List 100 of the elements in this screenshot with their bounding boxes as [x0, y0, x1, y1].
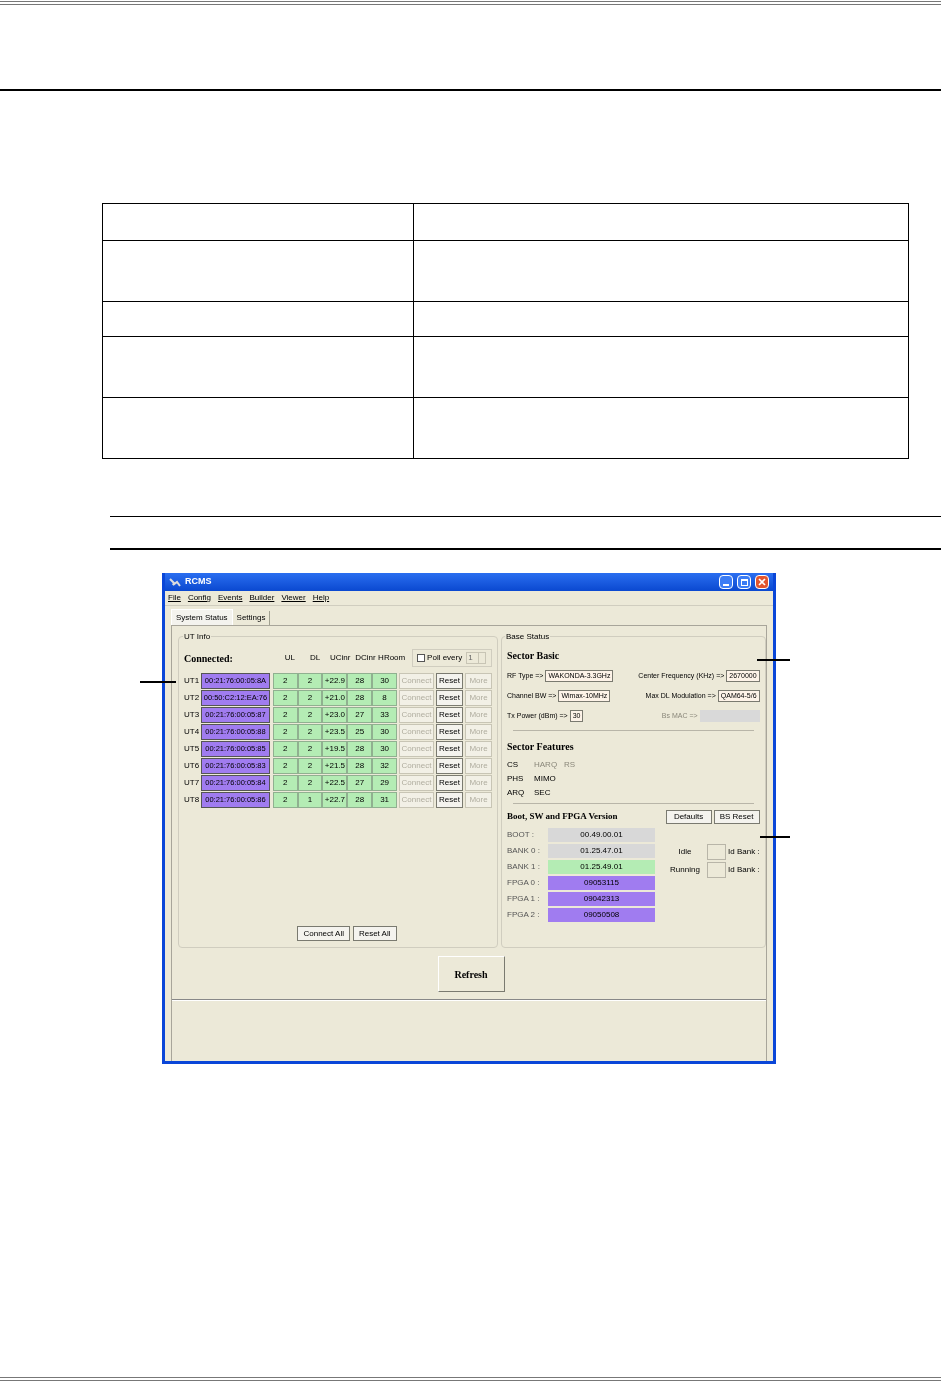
minimize-button[interactable] — [719, 575, 733, 589]
table-cell: 29 — [372, 774, 397, 791]
leader-line — [757, 659, 790, 661]
table-cell: 28 — [347, 757, 373, 774]
column-header: DCinr — [354, 652, 377, 664]
bank-label: Id Bank : — [728, 845, 760, 858]
footer-button[interactable]: Reset All — [352, 926, 397, 941]
poll-label: Poll every — [427, 652, 463, 664]
table-cell: +22.9 — [322, 672, 348, 689]
table-cell: +22.5 — [322, 774, 348, 791]
table-cell: 28 — [347, 689, 373, 706]
table-cell: +21.0 — [322, 689, 348, 706]
table-cell: +21.5 — [322, 757, 348, 774]
table-cell: 2 — [272, 706, 298, 723]
table-cell: 2 — [272, 757, 298, 774]
row-action-button[interactable]: Reset — [436, 672, 463, 689]
version-value: 09042313 — [548, 891, 655, 906]
menu-item[interactable]: Builder — [249, 592, 275, 604]
action-button[interactable]: Defaults — [665, 810, 712, 824]
table-cell: +22.7 — [322, 791, 348, 808]
ut-label: UT2 — [184, 691, 201, 704]
action-button[interactable]: BS Reset — [713, 810, 760, 824]
table-cell: 2 — [272, 672, 298, 689]
table-cell: 30 — [372, 723, 397, 740]
feature-label: MIMO — [534, 773, 557, 785]
footer-button[interactable]: Connect All — [297, 926, 350, 941]
table-cell: 8 — [372, 689, 397, 706]
ut-label: UT6 — [184, 759, 201, 772]
table-cell: 2 — [297, 672, 323, 689]
section-heading: Sector Features — [507, 740, 575, 754]
menu-item[interactable]: Events — [218, 592, 243, 604]
row-action-button[interactable]: Reset — [436, 774, 463, 791]
poll-interval-field[interactable]: 1 — [466, 652, 487, 664]
row-action-button[interactable]: Reset — [436, 723, 463, 740]
row-action-button[interactable]: Reset — [436, 706, 463, 723]
poll-checkbox[interactable] — [417, 654, 426, 662]
table-cell: 2 — [297, 757, 323, 774]
version-value: 01.25.47.01 — [548, 843, 655, 858]
table-cell: 2 — [272, 689, 298, 706]
table-cell: 25 — [347, 723, 373, 740]
table-cell: 2 — [297, 774, 323, 791]
row-action-button[interactable]: Reset — [436, 791, 463, 808]
feature-label: HARQ — [534, 759, 559, 771]
menu-item[interactable]: File — [168, 592, 181, 604]
ut-label: UT7 — [184, 776, 201, 789]
version-label: FPGA 1 : — [507, 892, 541, 905]
menu-item[interactable]: Config — [187, 592, 211, 604]
version-label: BOOT : — [507, 828, 535, 841]
row-action-button[interactable]: Reset — [436, 740, 463, 757]
bank-status: Idle — [677, 845, 693, 858]
version-value: 09050508 — [548, 907, 655, 922]
row-action-button[interactable]: Reset — [436, 757, 463, 774]
maximize-button[interactable] — [737, 575, 751, 589]
version-value: 00.49.00.01 — [548, 827, 655, 842]
feature-label: PHS — [507, 773, 525, 785]
menu-item[interactable]: Viewer — [281, 592, 306, 604]
table-cell: 2 — [297, 723, 323, 740]
table-cell: 28 — [347, 791, 373, 808]
column-header: UCinr — [329, 652, 352, 664]
window-title: RCMS — [185, 575, 212, 589]
ut-label: UT1 — [184, 674, 201, 687]
close-button[interactable] — [755, 575, 769, 589]
table-cell: 2 — [272, 791, 298, 808]
table-cell: 27 — [347, 774, 373, 791]
refresh-button[interactable]: Refresh — [437, 956, 505, 992]
table-cell: 2 — [297, 706, 323, 723]
connected-label: Connected: — [184, 651, 234, 666]
version-label: BANK 0 : — [507, 844, 541, 857]
table-cell: 2 — [297, 740, 323, 757]
feature-label: SEC — [534, 787, 552, 799]
tab[interactable]: System Status — [171, 609, 233, 625]
table-cell: 28 — [347, 740, 373, 757]
menu-item[interactable]: Help — [312, 592, 330, 604]
row-action-button[interactable]: Reset — [436, 689, 463, 706]
table-cell: 31 — [372, 791, 397, 808]
table-cell: 2 — [272, 723, 298, 740]
table-cell: 30 — [372, 672, 397, 689]
table-cell: 2 — [272, 740, 298, 757]
version-label: FPGA 2 : — [507, 908, 541, 921]
bank-status: Running — [669, 863, 701, 876]
ut-label: UT4 — [184, 725, 201, 738]
ut-label: UT5 — [184, 742, 201, 755]
column-header: HRoom — [378, 652, 405, 664]
table-cell: 27 — [347, 706, 373, 723]
table-cell: 28 — [347, 672, 373, 689]
table-cell: 32 — [372, 757, 397, 774]
table-cell: 33 — [372, 706, 397, 723]
table-cell: 2 — [272, 774, 298, 791]
ut-label: UT8 — [184, 793, 201, 806]
leader-line — [760, 836, 790, 838]
column-header: DL — [308, 652, 322, 664]
version-label: BANK 1 : — [507, 860, 541, 873]
table-cell: 30 — [372, 740, 397, 757]
feature-label: CS — [507, 759, 520, 771]
section-heading: Sector Basic — [507, 649, 561, 663]
column-header: UL — [283, 652, 296, 664]
table-cell: +23.5 — [322, 723, 348, 740]
satellite-icon — [169, 577, 181, 587]
table-cell: +19.5 — [322, 740, 348, 757]
version-label: FPGA 0 : — [507, 876, 541, 889]
